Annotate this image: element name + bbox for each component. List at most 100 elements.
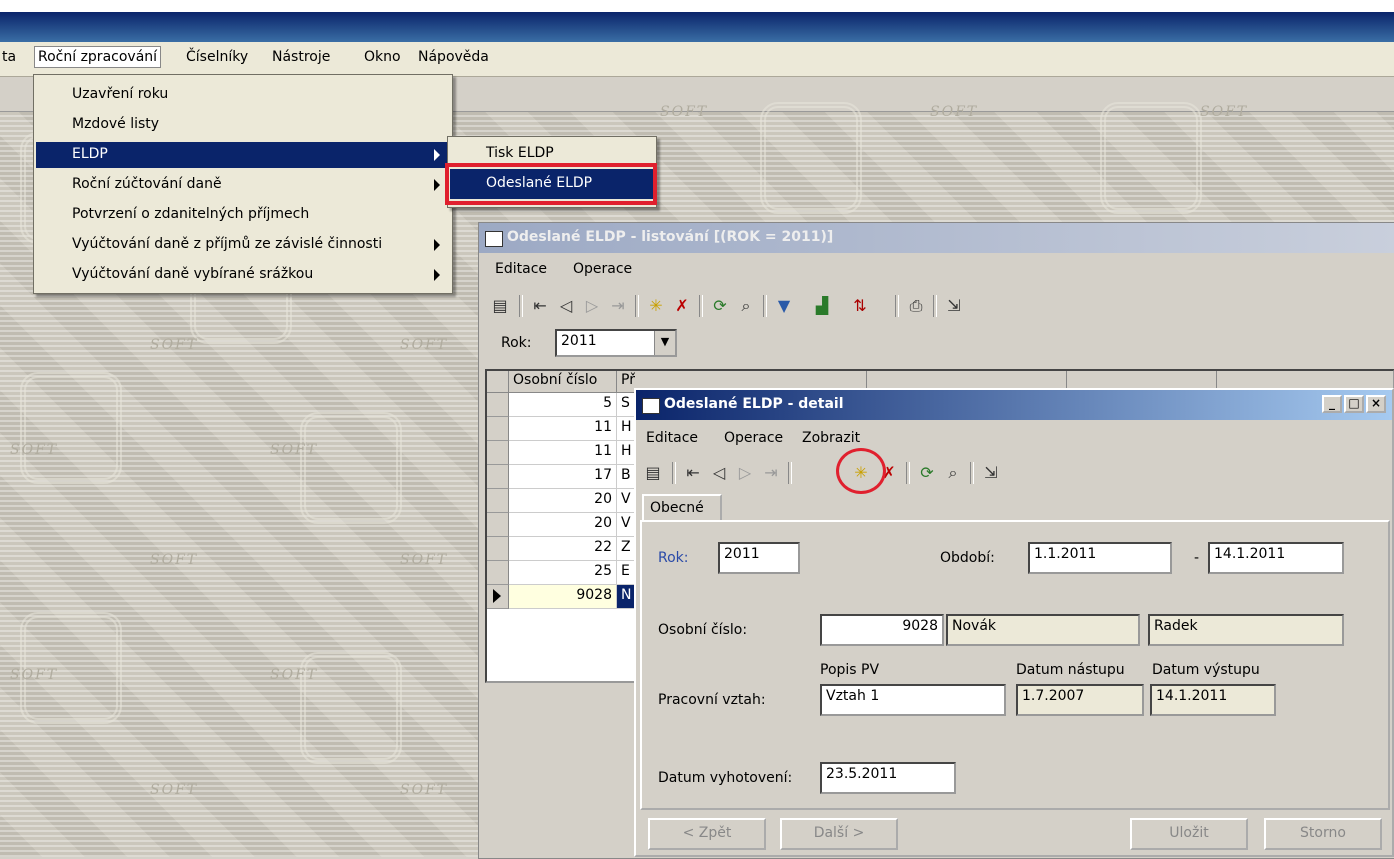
datum-vyhotoveni-label: Datum vyhotovení: — [658, 770, 793, 786]
row-selector[interactable] — [487, 393, 509, 417]
back-button[interactable]: < Zpět — [648, 818, 766, 850]
logo-pattern — [760, 102, 862, 214]
find-icon[interactable]: ⌕ — [735, 295, 757, 317]
separator — [906, 462, 910, 484]
dropdown-item-label: Vyúčtování daně vybírané srážkou — [72, 266, 314, 282]
row-selector[interactable] — [487, 513, 509, 537]
list-window-menu: Editace Operace — [495, 261, 795, 283]
minimize-icon[interactable]: _ — [1322, 395, 1342, 413]
menu-operace[interactable]: Operace — [724, 430, 783, 446]
dropdown-item-label: Vyúčtování daně z příjmů ze závislé činn… — [72, 236, 383, 252]
row-selector[interactable] — [487, 489, 509, 513]
watermark: SOFT — [400, 552, 449, 568]
separator — [763, 295, 767, 317]
print-icon[interactable]: ⎙ — [905, 295, 927, 317]
menu-operace[interactable]: Operace — [573, 261, 632, 277]
list-window-titlebar[interactable]: Odeslané ELDP - listování [(ROK = 2011)] — [479, 223, 1394, 253]
cell-osobni-cislo[interactable]: 11 — [509, 441, 617, 465]
window-icon — [485, 231, 503, 247]
pracovni-vztah-field[interactable]: Vztah 1 — [820, 684, 1006, 716]
cancel-button[interactable]: Storno — [1264, 818, 1382, 850]
prev-record-icon[interactable]: ◁ — [708, 462, 730, 484]
jmeno-field: Radek — [1148, 614, 1344, 646]
refresh-icon[interactable]: ⟳ — [709, 295, 731, 317]
grid-view-icon[interactable]: ▤ — [642, 462, 664, 484]
detail-window-title: Odeslané ELDP - detail — [664, 396, 844, 412]
obdobi-to-field[interactable]: 14.1.2011 — [1208, 542, 1344, 574]
menu-napoveda[interactable]: Nápověda — [418, 49, 489, 65]
cell-osobni-cislo[interactable]: 9028 — [509, 585, 617, 609]
menu-zobrazit[interactable]: Zobrazit — [802, 430, 860, 446]
dropdown-item-label: Roční zúčtování daně — [72, 176, 222, 192]
datum-vyhotoveni-field[interactable]: 23.5.2011 — [820, 762, 956, 794]
maximize-icon[interactable]: □ — [1344, 395, 1364, 413]
last-record-icon[interactable]: ⇥ — [607, 295, 629, 317]
submenu-arrow-icon — [434, 239, 440, 251]
first-record-icon[interactable]: ⇤ — [529, 295, 551, 317]
cell-osobni-cislo[interactable]: 25 — [509, 561, 617, 585]
obdobi-from-field[interactable]: 1.1.2011 — [1028, 542, 1172, 574]
next-record-icon[interactable]: ▷ — [734, 462, 756, 484]
obdobi-dash: - — [1194, 550, 1200, 566]
last-record-icon[interactable]: ⇥ — [760, 462, 782, 484]
menu-data[interactable]: ta — [2, 49, 16, 65]
grid-view-icon[interactable]: ▤ — [489, 295, 511, 317]
cell-osobni-cislo[interactable]: 20 — [509, 489, 617, 513]
chevron-down-icon[interactable]: ▼ — [654, 331, 675, 355]
watermark: SOFT — [270, 667, 319, 683]
column-header-osobni-cislo[interactable]: Osobní číslo — [509, 371, 617, 393]
menu-okno[interactable]: Okno — [364, 49, 401, 65]
row-selector[interactable] — [487, 441, 509, 465]
detail-window-titlebar[interactable]: Odeslané ELDP - detail _ □ × — [636, 390, 1392, 420]
menu-rocni-zpracovani[interactable]: Roční zpracování — [34, 46, 162, 68]
dropdown-item-label: Mzdové listy — [72, 116, 160, 132]
menubar: ta Roční zpracování Číselníky Nástroje O… — [0, 42, 1394, 77]
cell-osobni-cislo[interactable]: 20 — [509, 513, 617, 537]
first-record-icon[interactable]: ⇤ — [682, 462, 704, 484]
delete-record-icon[interactable]: ✗ — [671, 295, 693, 317]
cell-osobni-cislo[interactable]: 17 — [509, 465, 617, 489]
sort-icon[interactable]: ⇅ — [849, 295, 871, 317]
exit-icon[interactable]: ⇲ — [980, 462, 1002, 484]
dropdown-item[interactable]: Roční zúčtování daně — [36, 172, 450, 198]
dropdown-item[interactable]: Vyúčtování daně z příjmů ze závislé činn… — [36, 232, 450, 258]
dropdown-item[interactable]: Potvrzení o zdanitelných příjmech — [36, 202, 450, 228]
menu-editace[interactable]: Editace — [495, 261, 547, 277]
chart-icon[interactable]: ▟ — [811, 295, 833, 317]
dropdown-item[interactable]: Uzavření roku — [36, 82, 450, 108]
watermark: SOFT — [10, 667, 59, 683]
row-selector[interactable] — [487, 585, 509, 609]
next-record-icon[interactable]: ▷ — [581, 295, 603, 317]
row-selector[interactable] — [487, 417, 509, 441]
refresh-icon[interactable]: ⟳ — [916, 462, 938, 484]
save-button[interactable]: Uložit — [1130, 818, 1248, 850]
cell-osobni-cislo[interactable]: 11 — [509, 417, 617, 441]
row-selector[interactable] — [487, 537, 509, 561]
row-selector[interactable] — [487, 561, 509, 585]
find-icon[interactable]: ⌕ — [942, 462, 964, 484]
cell-osobni-cislo[interactable]: 22 — [509, 537, 617, 561]
dropdown-item[interactable]: Vyúčtování daně vybírané srážkou — [36, 262, 450, 288]
rok-filter-select[interactable]: 2011 ▼ — [555, 329, 677, 357]
watermark: SOFT — [400, 337, 449, 353]
filter-icon[interactable]: ▼ — [773, 295, 795, 317]
row-selector[interactable] — [487, 465, 509, 489]
prev-record-icon[interactable]: ◁ — [555, 295, 577, 317]
rocni-zpracovani-dropdown: Uzavření roku Mzdové listy ELDP Roční zúčto… — [33, 74, 453, 294]
menu-ciselniky[interactable]: Číselníky — [186, 49, 248, 65]
logo-pattern — [300, 412, 402, 524]
next-button[interactable]: Další > — [780, 818, 898, 850]
exit-icon[interactable]: ⇲ — [943, 295, 965, 317]
osobni-cislo-field[interactable]: 9028 — [820, 614, 944, 646]
cell-osobni-cislo[interactable]: 5 — [509, 393, 617, 417]
menu-nastroje[interactable]: Nástroje — [272, 49, 330, 65]
rok-filter-label: Rok: — [501, 335, 532, 351]
separator — [699, 295, 703, 317]
dropdown-item[interactable]: Mzdové listy — [36, 112, 450, 138]
rok-field[interactable]: 2011 — [718, 542, 800, 574]
dropdown-item[interactable]: ELDP — [36, 142, 450, 168]
new-record-icon[interactable]: ✳ — [645, 295, 667, 317]
tab-obecne[interactable]: Obecné — [642, 494, 722, 522]
menu-editace[interactable]: Editace — [646, 430, 698, 446]
close-icon[interactable]: × — [1366, 395, 1386, 413]
